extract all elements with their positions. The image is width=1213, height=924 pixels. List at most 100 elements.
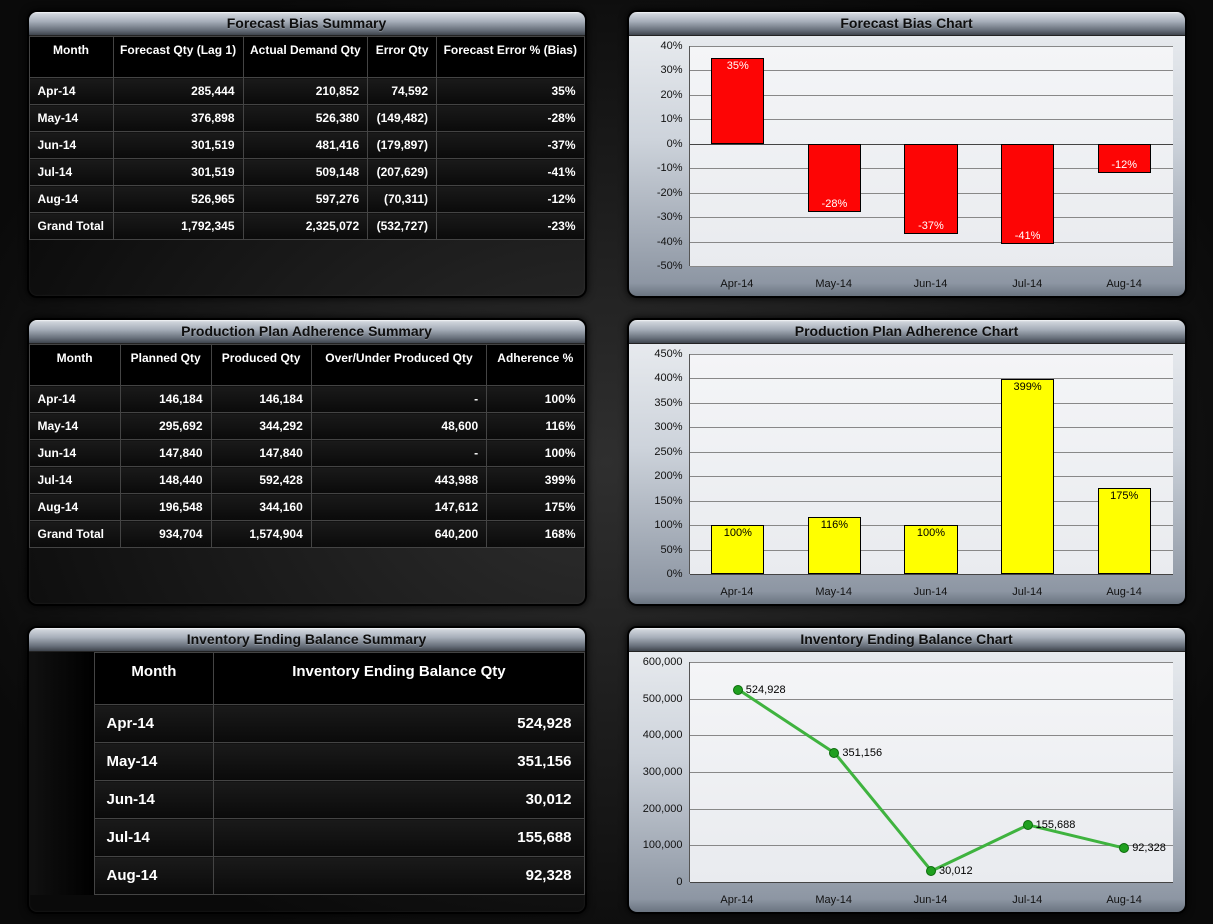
panel-title: Forecast Bias Summary	[29, 12, 585, 36]
y-axis-tick: 30%	[629, 64, 683, 76]
x-axis-label: Jul-14	[979, 894, 1076, 906]
x-axis-label: Apr-14	[689, 586, 786, 598]
panel-title: Inventory Ending Balance Summary	[29, 628, 585, 652]
inventory-side-filler	[29, 652, 94, 895]
production-adherence-chart: 100%116%100%399%175% Apr-14May-14Jun-14J…	[629, 344, 1185, 604]
table-cell: 210,852	[243, 78, 368, 105]
panel-title: Production Plan Adherence Chart	[629, 320, 1185, 344]
panel-title: Forecast Bias Chart	[629, 12, 1185, 36]
table-cell: 100%	[487, 440, 584, 467]
table-cell: 30,012	[214, 781, 584, 819]
chart-point	[1023, 820, 1033, 830]
table-row: Jul-14155,688	[94, 819, 584, 857]
table-cell: Aug-14	[29, 186, 113, 213]
table-cell: Jun-14	[94, 781, 214, 819]
table-cell: Apr-14	[94, 705, 214, 743]
x-axis-label: Aug-14	[1076, 586, 1173, 598]
x-axis-label: Apr-14	[689, 278, 786, 290]
table-header: Planned Qty	[120, 345, 211, 386]
table-cell: 35%	[437, 78, 584, 105]
table-cell: 524,928	[214, 705, 584, 743]
chart-bar	[1001, 379, 1054, 574]
dashboard: Forecast Bias Summary MonthForecast Qty …	[10, 10, 1203, 914]
y-axis-tick: 250%	[629, 446, 683, 458]
table-cell: 146,184	[211, 386, 311, 413]
table-cell: Jun-14	[29, 440, 120, 467]
table-header: Produced Qty	[211, 345, 311, 386]
table-cell: 351,156	[214, 743, 584, 781]
table-cell: 285,444	[113, 78, 243, 105]
chart-point-label: 524,928	[746, 684, 786, 696]
table-cell: (179,897)	[368, 132, 437, 159]
production-adherence-table: MonthPlanned QtyProduced QtyOver/Under P…	[29, 344, 585, 548]
table-row: Jul-14148,440592,428443,988399%	[29, 467, 584, 494]
table-cell: Jun-14	[29, 132, 113, 159]
y-axis-tick: 450%	[629, 348, 683, 360]
x-axis-label: Apr-14	[689, 894, 786, 906]
table-row: Apr-14285,444210,85274,59235%	[29, 78, 584, 105]
chart-bar-label: -28%	[808, 198, 861, 210]
inventory-balance-chart: 524,928351,15630,012155,68892,328 Apr-14…	[629, 652, 1185, 912]
table-cell: Grand Total	[29, 213, 113, 240]
x-axis-label: May-14	[785, 894, 882, 906]
y-axis-tick: -20%	[629, 187, 683, 199]
production-adherence-chart-panel: Production Plan Adherence Chart 100%116%…	[627, 318, 1187, 606]
table-cell: 301,519	[113, 132, 243, 159]
x-axis-label: May-14	[785, 586, 882, 598]
table-cell: 1,574,904	[211, 521, 311, 548]
table-cell: 592,428	[211, 467, 311, 494]
table-row: Aug-14196,548344,160147,612175%	[29, 494, 584, 521]
table-header: Month	[29, 345, 120, 386]
panel-title: Production Plan Adherence Summary	[29, 320, 585, 344]
table-cell: May-14	[29, 413, 120, 440]
chart-bar-label: -12%	[1098, 159, 1151, 171]
table-row: May-14351,156	[94, 743, 584, 781]
table-cell: 481,416	[243, 132, 368, 159]
y-axis-tick: -10%	[629, 162, 683, 174]
y-axis-tick: 0	[629, 876, 683, 888]
table-row: Aug-1492,328	[94, 857, 584, 895]
forecast-bias-table: MonthForecast Qty (Lag 1)Actual Demand Q…	[29, 36, 585, 240]
table-cell: (149,482)	[368, 105, 437, 132]
table-header: Forecast Error % (Bias)	[437, 37, 584, 78]
table-cell: 1,792,345	[113, 213, 243, 240]
chart-bar	[1001, 144, 1054, 244]
table-cell: 295,692	[120, 413, 211, 440]
table-cell: 934,704	[120, 521, 211, 548]
chart-point	[733, 685, 743, 695]
table-cell: 116%	[487, 413, 584, 440]
forecast-bias-chart: 35%-28%-37%-41%-12% Apr-14May-14Jun-14Ju…	[629, 36, 1185, 296]
table-cell: -12%	[437, 186, 584, 213]
table-cell: 175%	[487, 494, 584, 521]
table-cell: May-14	[29, 105, 113, 132]
production-adherence-summary-panel: Production Plan Adherence Summary MonthP…	[27, 318, 587, 606]
table-row: Apr-14524,928	[94, 705, 584, 743]
table-cell: Aug-14	[29, 494, 120, 521]
table-total-row: Grand Total934,7041,574,904640,200168%	[29, 521, 584, 548]
chart-bar-label: 100%	[904, 527, 957, 539]
table-header: Actual Demand Qty	[243, 37, 368, 78]
table-cell: -28%	[437, 105, 584, 132]
table-cell: Jul-14	[29, 159, 113, 186]
y-axis-tick: 0%	[629, 568, 683, 580]
y-axis-tick: 200%	[629, 470, 683, 482]
table-cell: Aug-14	[94, 857, 214, 895]
chart-bar-label: 35%	[711, 60, 764, 72]
x-axis-label: Jun-14	[882, 586, 979, 598]
table-header: Over/Under Produced Qty	[311, 345, 486, 386]
chart-bar-label: -41%	[1001, 230, 1054, 242]
table-header: Forecast Qty (Lag 1)	[113, 37, 243, 78]
chart-bar-label: 100%	[711, 527, 764, 539]
table-cell: 147,612	[311, 494, 486, 521]
y-axis-tick: 500,000	[629, 693, 683, 705]
table-cell: 344,160	[211, 494, 311, 521]
y-axis-tick: 100%	[629, 519, 683, 531]
table-row: May-14376,898526,380(149,482)-28%	[29, 105, 584, 132]
y-axis-tick: 150%	[629, 495, 683, 507]
table-row: Jun-14147,840147,840-100%	[29, 440, 584, 467]
table-header: Error Qty	[368, 37, 437, 78]
table-cell: 344,292	[211, 413, 311, 440]
y-axis-tick: 100,000	[629, 839, 683, 851]
table-cell: 146,184	[120, 386, 211, 413]
y-axis-tick: 300%	[629, 421, 683, 433]
